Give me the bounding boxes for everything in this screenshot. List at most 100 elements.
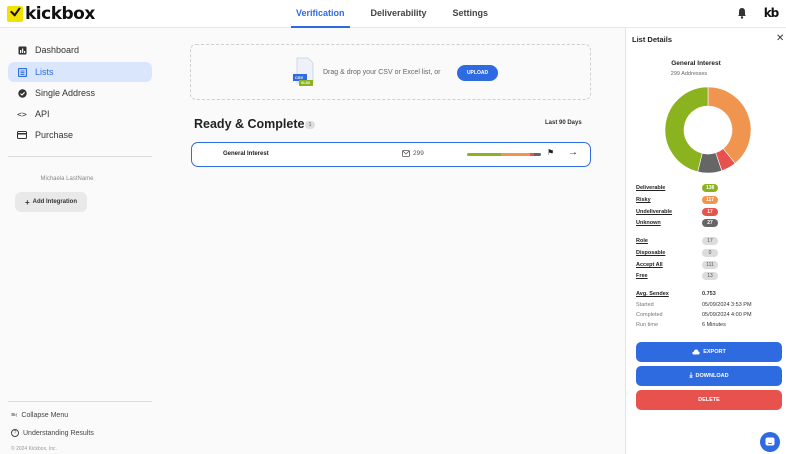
arrow-right-icon[interactable]: → [568, 147, 578, 158]
sidebar-item-single-address[interactable]: Single Address [8, 83, 152, 103]
flag-value: 0 [702, 249, 718, 257]
sidebar-item-dashboard[interactable]: Dashboard [8, 40, 152, 60]
credit-card-icon [17, 130, 27, 140]
flag-icon[interactable]: ⚑ [547, 148, 554, 157]
list-count: 299 [402, 150, 424, 157]
flag-role: Role 17 [636, 237, 776, 246]
stat-label: Risky [636, 197, 651, 203]
collapse-icon: ≡‹ [11, 412, 18, 419]
meta-label: Run time [636, 322, 659, 328]
flag-value: 13 [702, 272, 718, 280]
donut-slice-risky [707, 86, 752, 164]
copyright: © 2024 Kickbox, Inc. [11, 446, 57, 452]
sidebar-item-lists[interactable]: Lists [8, 62, 152, 82]
export-label: EXPORT [703, 349, 726, 355]
runtime-row: Run time 6 Minutes [636, 322, 786, 331]
flag-label: Free [636, 273, 648, 279]
stat-unknown: Unknown 27 [636, 219, 776, 228]
stat-value: 27 [702, 219, 718, 227]
stat-label: Unknown [636, 220, 661, 226]
collapse-menu-label: Collapse Menu [21, 412, 69, 419]
sidebar-item-label: Single Address [35, 88, 96, 98]
list-details-panel: List Details ✕ General Interest 299 Addr… [625, 28, 786, 454]
list-count-value: 299 [413, 150, 424, 157]
understanding-results-label: Understanding Results [23, 429, 94, 437]
sendex-label: Avg. Sendex [636, 291, 669, 297]
stat-label: Deliverable [636, 185, 666, 191]
stat-deliverable: Deliverable 138 [636, 184, 776, 193]
stat-value: 117 [702, 196, 719, 204]
bar-deliverable [467, 153, 502, 156]
logo-check-icon [7, 6, 23, 22]
results-donut-chart [664, 86, 752, 174]
stat-label: Undeliverable [636, 209, 673, 215]
chat-button[interactable] [760, 432, 780, 452]
meta-value: 6 Minutes [702, 322, 726, 328]
tab-deliverability[interactable]: Deliverability [371, 0, 427, 28]
top-bar: kickbox Verification Deliverability Sett… [0, 0, 786, 28]
kickbox-logo[interactable]: kickbox [7, 4, 95, 24]
flag-disposable: Disposable 0 [636, 249, 776, 258]
upload-dropzone[interactable]: CSV XLSX Drag & drop your CSV or Excel l… [190, 44, 591, 100]
stat-undeliverable: Undeliverable 17 [636, 208, 776, 217]
sidebar: Dashboard Lists Single Address <> API Pu… [0, 28, 160, 454]
date-range-filter[interactable]: Last 90 Days [545, 120, 582, 126]
upload-button[interactable]: UPLOAD [457, 65, 498, 81]
collapse-menu-button[interactable]: ≡‹ Collapse Menu [11, 412, 68, 419]
sendex-row: Avg. Sendex 0.753 [636, 291, 786, 300]
bar-unknown [534, 153, 541, 156]
sidebar-item-label: Lists [35, 67, 54, 77]
sendex-value: 0.753 [702, 291, 716, 297]
user-name: Michaela LastName [40, 176, 94, 182]
sidebar-item-label: API [35, 109, 50, 119]
results-bar [467, 153, 541, 156]
dropzone-text: Drag & drop your CSV or Excel list, or [323, 69, 441, 76]
list-name: General Interest [223, 151, 269, 157]
add-integration-button[interactable]: + Add Integration [15, 192, 87, 212]
sidebar-divider [8, 401, 152, 402]
download-label: DOWNLOAD [695, 373, 729, 379]
panel-title: List Details [632, 35, 673, 44]
meta-value: 05/09/2024 4:00 PM [702, 312, 752, 318]
flag-accept-all: Accept All 111 [636, 261, 776, 270]
cloud-upload-icon [692, 349, 700, 355]
stat-risky: Risky 117 [636, 196, 776, 205]
dashboard-icon [17, 45, 27, 55]
bell-icon[interactable] [737, 7, 747, 19]
flag-free: Free 13 [636, 272, 776, 281]
flag-label: Role [636, 238, 648, 244]
stat-value: 17 [702, 208, 718, 216]
sidebar-item-label: Dashboard [35, 45, 80, 55]
delete-label: DELETE [698, 397, 720, 403]
export-button[interactable]: EXPORT [636, 342, 782, 362]
delete-button[interactable]: DELETE [636, 390, 782, 410]
sidebar-item-api[interactable]: <> API [8, 104, 152, 124]
bar-risky [501, 153, 531, 156]
details-address-count: 299 Addresses [670, 71, 708, 77]
details-list-name: General Interest [671, 60, 721, 67]
download-button[interactable]: ⤓ DOWNLOAD [636, 366, 782, 386]
stat-value: 138 [702, 184, 719, 192]
code-icon: <> [17, 109, 27, 119]
sidebar-item-purchase[interactable]: Purchase [8, 125, 152, 145]
check-circle-icon [17, 88, 27, 98]
avatar[interactable]: kb [761, 3, 781, 23]
tab-verification[interactable]: Verification [291, 0, 350, 28]
chat-icon [765, 437, 775, 446]
list-row[interactable]: General Interest 299 ⚑ → [191, 142, 591, 167]
started-row: Started 05/09/2024 3:53 PM [636, 302, 786, 311]
close-icon[interactable]: ✕ [776, 33, 784, 44]
tab-settings[interactable]: Settings [453, 0, 489, 28]
sidebar-item-label: Purchase [35, 130, 74, 140]
understanding-results-link[interactable]: ? Understanding Results [11, 429, 94, 437]
download-icon: ⤓ [689, 372, 693, 379]
help-circle-icon: ? [11, 429, 19, 437]
meta-label: Completed [636, 312, 663, 318]
list-count-badge: 1 [305, 121, 315, 129]
csv-label: CSV [295, 75, 304, 80]
flag-value: 111 [702, 261, 718, 269]
section-title: Ready & Complete [194, 117, 305, 131]
add-integration-label: Add Integration [32, 199, 77, 205]
meta-value: 05/09/2024 3:53 PM [702, 302, 752, 308]
sidebar-divider [8, 156, 152, 157]
